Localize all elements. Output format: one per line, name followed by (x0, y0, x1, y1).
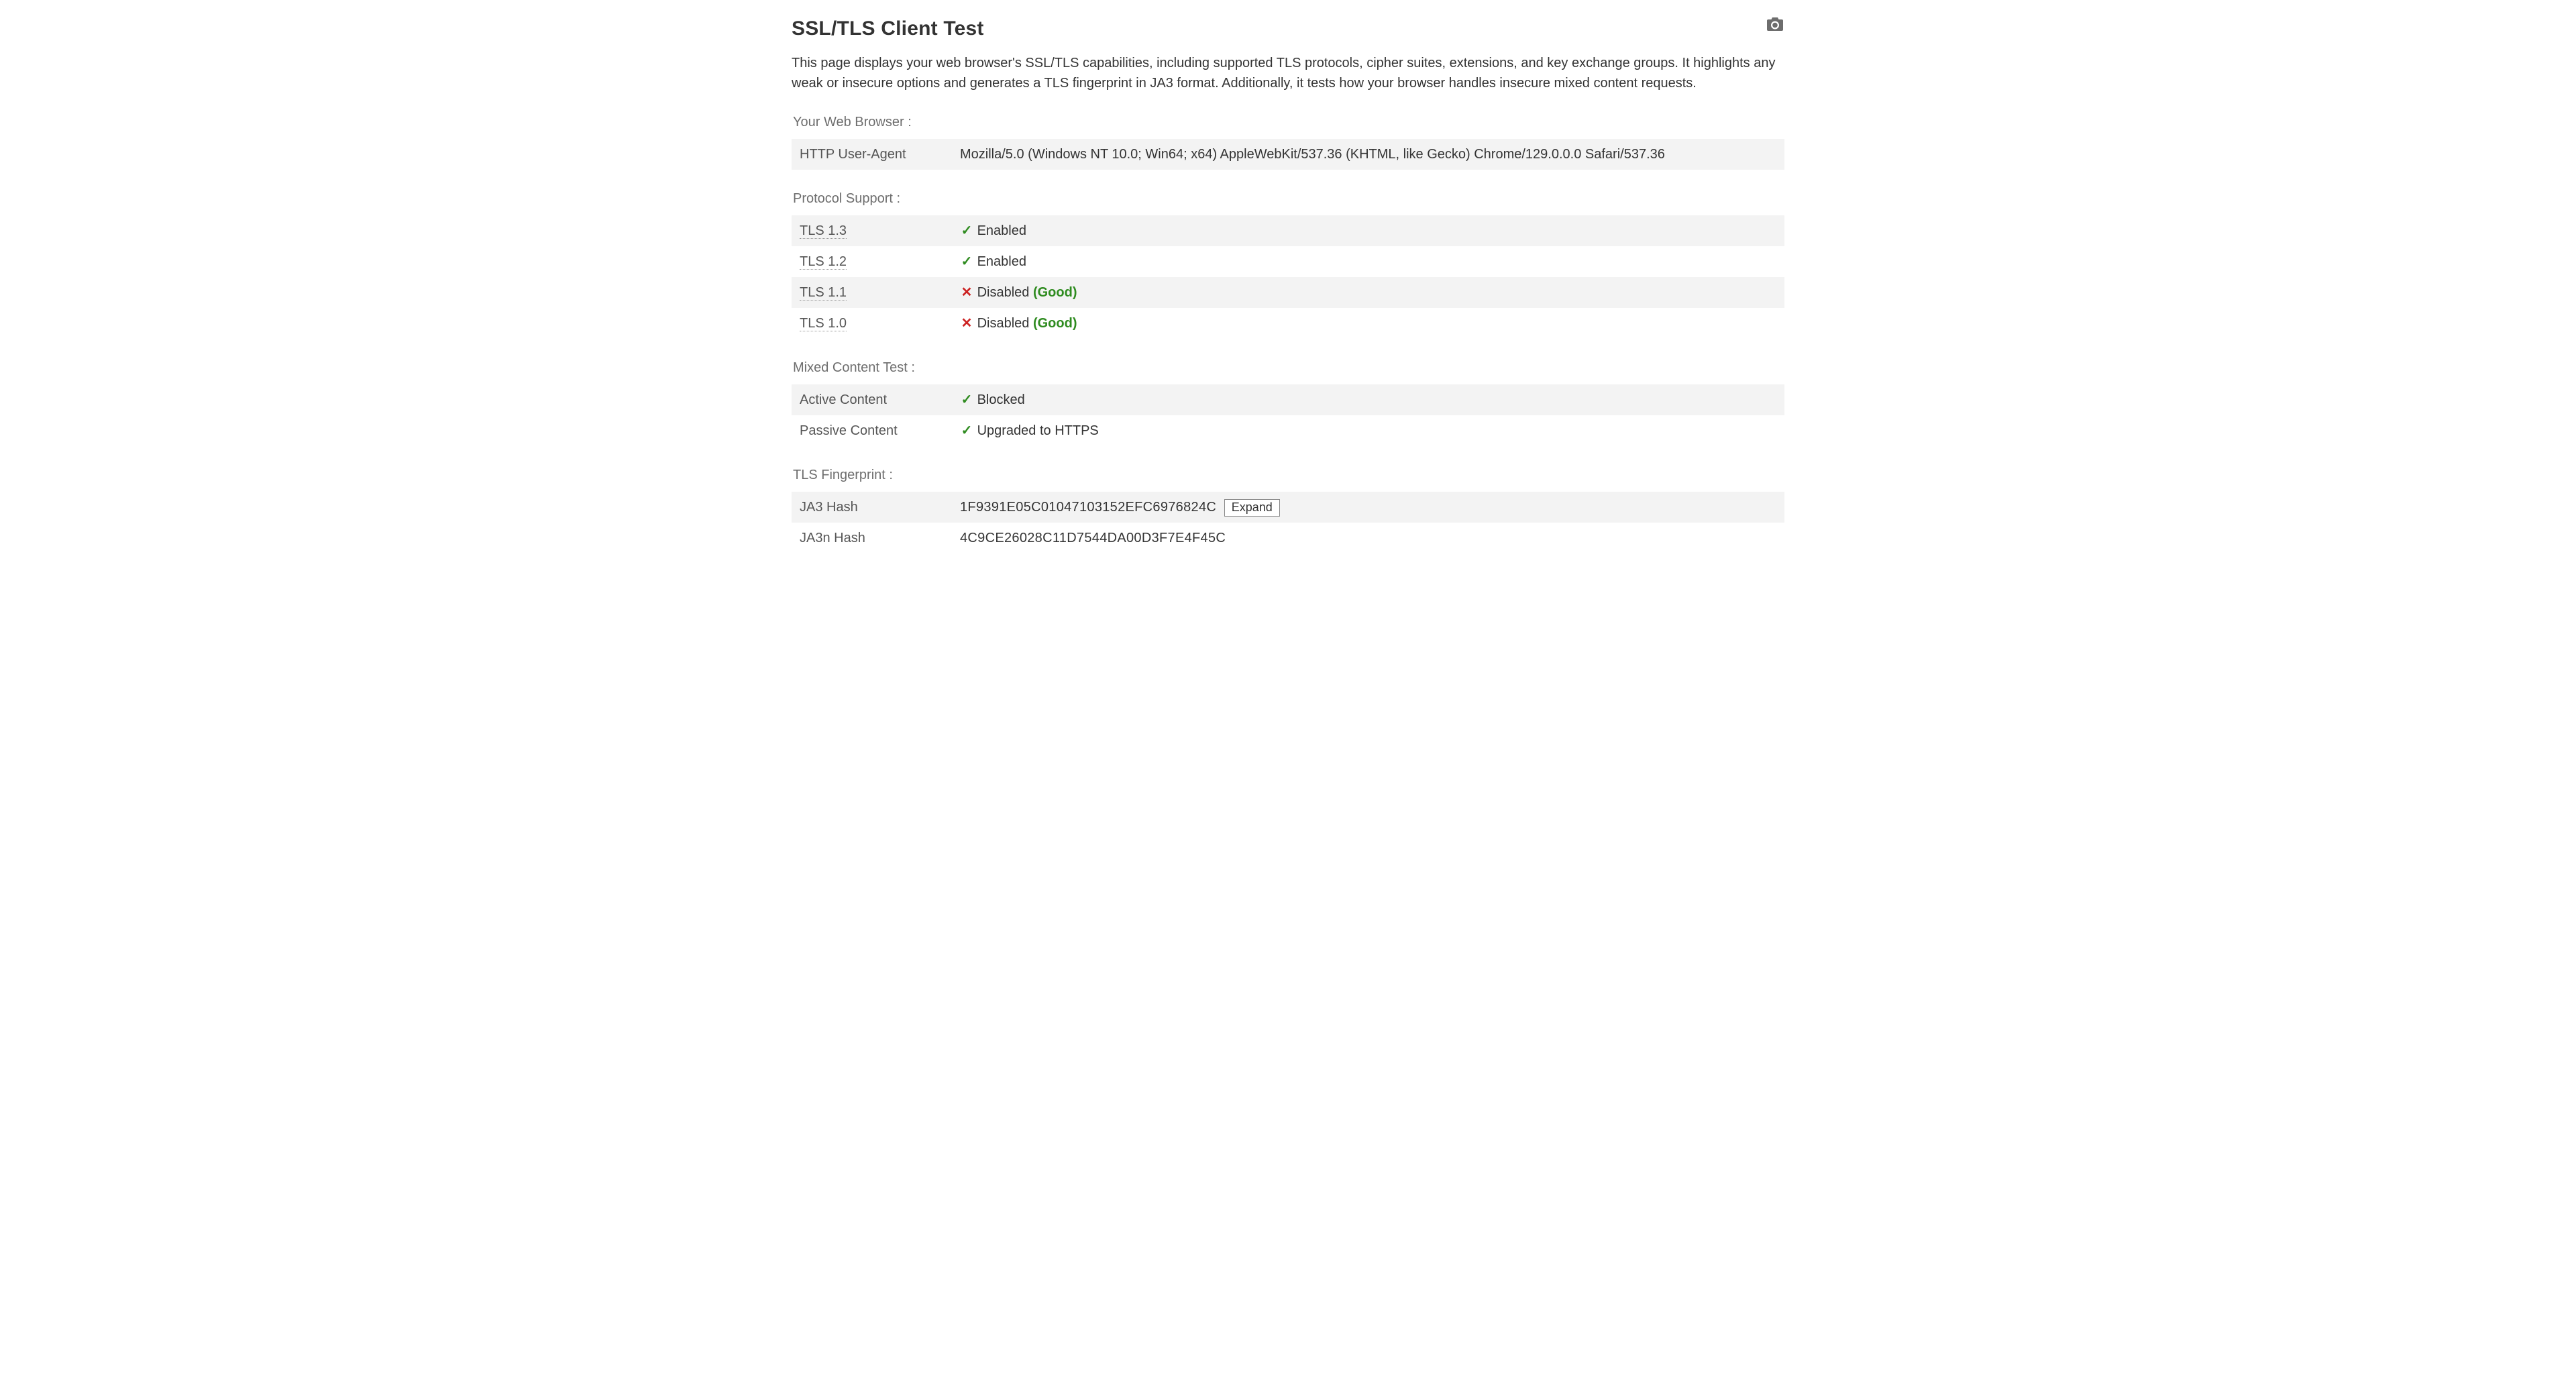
proto-label-tls10[interactable]: TLS 1.0 (800, 316, 847, 331)
table-row: JA3 Hash 1F9391E05C01047103152EFC6976824… (792, 492, 1784, 523)
proto-text: Enabled (977, 254, 1026, 269)
expand-button[interactable]: Expand (1224, 499, 1280, 517)
page-intro: This page displays your web browser's SS… (792, 53, 1784, 93)
row-label: Passive Content (792, 415, 952, 446)
table-row: TLS 1.1 ✕ Disabled (Good) (792, 277, 1784, 308)
cross-icon: ✕ (960, 313, 973, 333)
check-icon: ✓ (960, 221, 973, 241)
proto-status: ✓ Enabled (952, 246, 1784, 277)
screenshot-button[interactable] (1766, 16, 1784, 32)
table-row: HTTP User-Agent Mozilla/5.0 (Windows NT … (792, 139, 1784, 170)
mixed-text: Upgraded to HTTPS (977, 423, 1099, 438)
mixed-table: Active Content ✓ Blocked Passive Content… (792, 384, 1784, 446)
proto-label-tls11[interactable]: TLS 1.1 (800, 285, 847, 301)
check-icon: ✓ (960, 252, 973, 272)
fingerprint-table: JA3 Hash 1F9391E05C01047103152EFC6976824… (792, 492, 1784, 553)
proto-status: ✕ Disabled (Good) (952, 277, 1784, 308)
proto-text: Disabled (977, 285, 1030, 300)
table-row: JA3n Hash 4C9CE26028C11D7544DA00D3F7E4F4… (792, 523, 1784, 553)
section-title-mixed: Mixed Content Test : (793, 358, 1784, 378)
ja3-hash-value: 1F9391E05C01047103152EFC6976824C (960, 500, 1216, 515)
cross-icon: ✕ (960, 282, 973, 303)
user-agent-value: Mozilla/5.0 (Windows NT 10.0; Win64; x64… (952, 139, 1784, 170)
good-badge: (Good) (1033, 316, 1077, 331)
proto-text: Enabled (977, 223, 1026, 238)
table-row: TLS 1.3 ✓ Enabled (792, 215, 1784, 246)
proto-status: ✓ Enabled (952, 215, 1784, 246)
proto-label-tls12[interactable]: TLS 1.2 (800, 254, 847, 270)
row-label: JA3 Hash (792, 492, 952, 523)
protocol-table: TLS 1.3 ✓ Enabled TLS 1.2 ✓ Enabled TLS … (792, 215, 1784, 339)
table-row: Passive Content ✓ Upgraded to HTTPS (792, 415, 1784, 446)
proto-label-tls13[interactable]: TLS 1.3 (800, 223, 847, 239)
row-label: Active Content (792, 384, 952, 415)
check-icon: ✓ (960, 421, 973, 441)
camera-icon (1766, 16, 1784, 32)
browser-table: HTTP User-Agent Mozilla/5.0 (Windows NT … (792, 139, 1784, 170)
check-icon: ✓ (960, 390, 973, 410)
table-row: Active Content ✓ Blocked (792, 384, 1784, 415)
good-badge: (Good) (1033, 285, 1077, 300)
ja3n-hash-value: 4C9CE26028C11D7544DA00D3F7E4F45C (952, 523, 1784, 553)
table-row: TLS 1.2 ✓ Enabled (792, 246, 1784, 277)
page-title: SSL/TLS Client Test (792, 13, 984, 44)
section-title-fingerprint: TLS Fingerprint : (793, 465, 1784, 485)
section-title-browser: Your Web Browser : (793, 112, 1784, 132)
mixed-text: Blocked (977, 392, 1025, 407)
table-row: TLS 1.0 ✕ Disabled (Good) (792, 308, 1784, 339)
section-title-protocol: Protocol Support : (793, 189, 1784, 209)
mixed-status: ✓ Upgraded to HTTPS (952, 415, 1784, 446)
proto-text: Disabled (977, 316, 1030, 331)
ja3-cell: 1F9391E05C01047103152EFC6976824C Expand (952, 492, 1784, 523)
row-label: JA3n Hash (792, 523, 952, 553)
proto-status: ✕ Disabled (Good) (952, 308, 1784, 339)
mixed-status: ✓ Blocked (952, 384, 1784, 415)
row-label: HTTP User-Agent (792, 139, 952, 170)
